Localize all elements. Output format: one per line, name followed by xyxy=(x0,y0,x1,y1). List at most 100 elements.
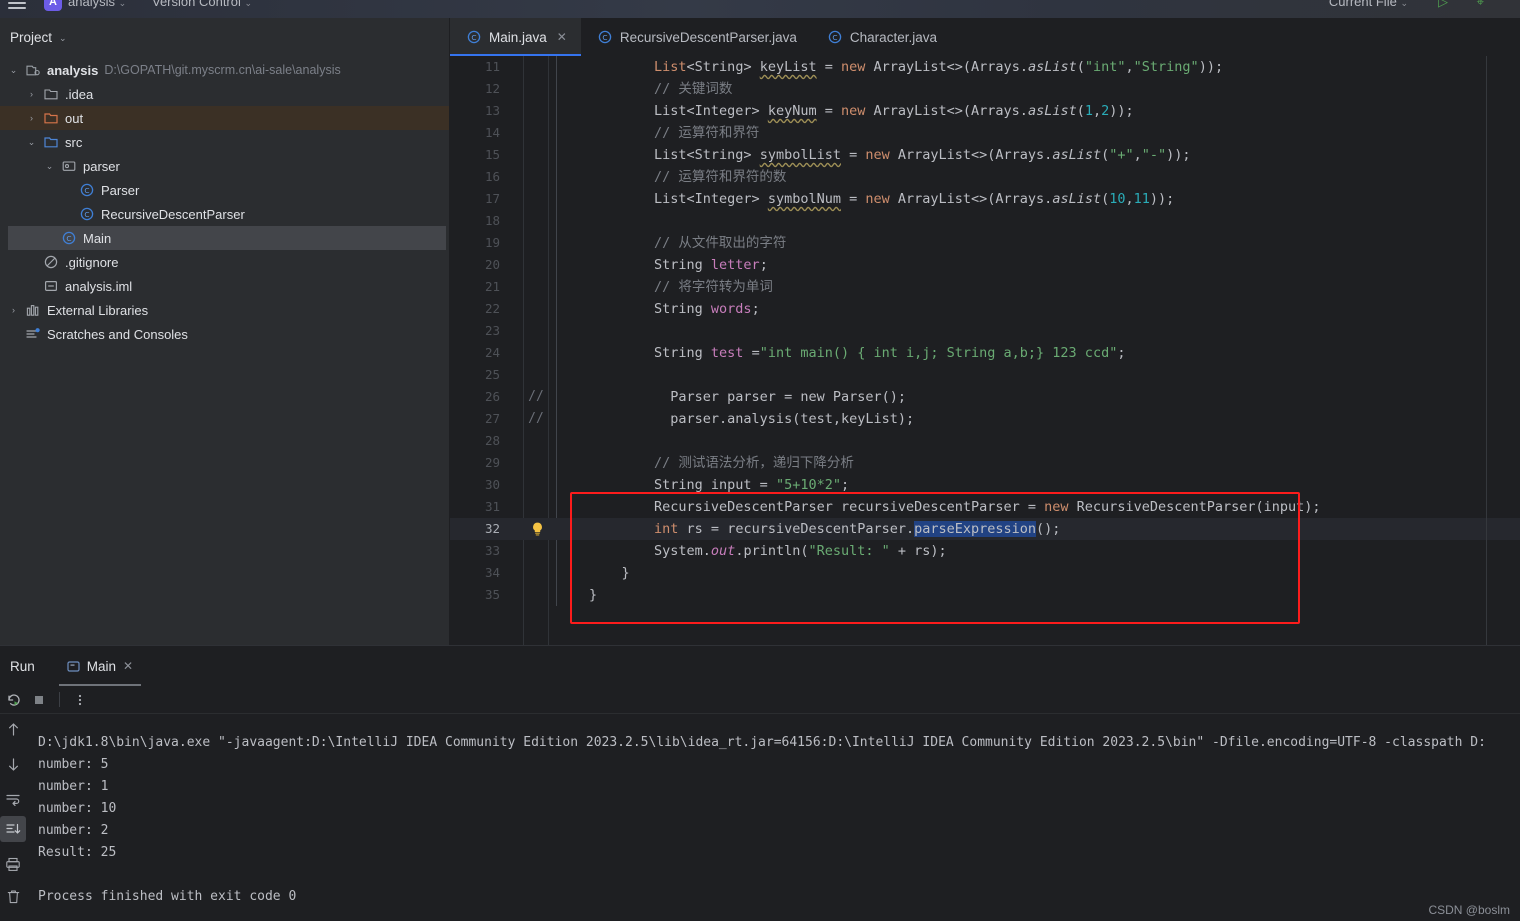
code-line-17[interactable]: 17 List<Integer> symbolNum = new ArrayLi… xyxy=(450,188,1520,210)
code-line-30[interactable]: 30 String input = "5+10*2"; xyxy=(450,474,1520,496)
code-line-25[interactable]: 25 xyxy=(450,364,1520,386)
tree-item-parser[interactable]: ›CParser xyxy=(0,178,449,202)
code-editor[interactable]: 11 List<String> keyList = new ArrayList<… xyxy=(450,56,1520,645)
line-number: 22 xyxy=(484,301,500,316)
code-text: List<String> symbolList = new ArrayList<… xyxy=(589,147,1191,163)
code-line-11[interactable]: 11 List<String> keyList = new ArrayList<… xyxy=(450,56,1520,78)
topbar-project-name[interactable]: analysis ⌄ xyxy=(68,0,126,9)
svg-text:C: C xyxy=(84,186,89,195)
chevron-down-icon: ⌄ xyxy=(59,32,67,43)
gitignore-icon xyxy=(43,254,59,270)
chevron-down-icon: ⌄ xyxy=(118,0,127,8)
tree-item-src[interactable]: ⌄ src xyxy=(0,130,449,154)
code-line-18[interactable]: 18 xyxy=(450,210,1520,232)
close-icon[interactable]: ✕ xyxy=(123,659,133,673)
intention-bulb-icon[interactable] xyxy=(530,521,545,537)
chevron-right-icon[interactable]: › xyxy=(26,113,37,123)
project-panel-title: Project xyxy=(10,29,53,45)
console-line-2: number: 1 xyxy=(38,779,109,794)
console-line-7: Process finished with exit code 0 xyxy=(38,889,297,904)
code-text: String test ="int main() { int i,j; Stri… xyxy=(589,345,1126,361)
tree-item-label: Parser xyxy=(101,182,140,198)
code-line-34[interactable]: 34 } xyxy=(450,562,1520,584)
code-text: // 运算符和界符的数 xyxy=(654,169,787,185)
chevron-right-icon[interactable]: › xyxy=(26,89,37,99)
topbar-project-label: analysis xyxy=(68,0,115,9)
editor-tab-recursivedescentparser[interactable]: C RecursiveDescentParser.java xyxy=(581,18,811,56)
line-number: 33 xyxy=(484,543,500,558)
console-line-5: Result: 25 xyxy=(38,845,117,860)
tree-item-out[interactable]: › out xyxy=(0,106,449,130)
line-number: 20 xyxy=(484,257,500,272)
code-line-21[interactable]: 21 // 将字符转为单词 xyxy=(450,276,1520,298)
line-number: 25 xyxy=(484,367,500,382)
scroll-to-end-icon[interactable] xyxy=(0,816,26,842)
console-line-4: number: 2 xyxy=(38,823,109,838)
line-number: 23 xyxy=(484,323,500,338)
soft-wrap-icon[interactable] xyxy=(0,786,26,812)
tree-item-idea[interactable]: › .idea xyxy=(0,82,449,106)
code-line-35[interactable]: 35} xyxy=(450,584,1520,606)
tree-item-label: Scratches and Consoles xyxy=(47,326,188,342)
code-line-14[interactable]: 14 // 运算符和界符 xyxy=(450,122,1520,144)
code-line-23[interactable]: 23 xyxy=(450,320,1520,342)
code-line-16[interactable]: 16 // 运算符和界符的数 xyxy=(450,166,1520,188)
editor-tab-character[interactable]: C Character.java xyxy=(811,18,951,56)
topbar-vc-label: Version Control xyxy=(152,0,241,9)
project-panel-header[interactable]: Project ⌄ xyxy=(0,18,449,56)
run-toolbar xyxy=(0,686,1520,714)
code-line-24[interactable]: 24 String test ="int main() { int i,j; S… xyxy=(450,342,1520,364)
project-tool-window: Project ⌄ ⌄ analysis D:\GOPATH\git.myscrm.… xyxy=(0,18,450,645)
tree-item-analysis-iml[interactable]: ›analysis.iml xyxy=(0,274,449,298)
run-icon[interactable]: ▷ xyxy=(1438,0,1448,10)
tree-item-gitignore[interactable]: ›.gitignore xyxy=(0,250,449,274)
hamburger-icon[interactable] xyxy=(8,0,26,11)
code-text: } xyxy=(589,565,630,581)
code-line-26[interactable]: 26 // Parser parser = new Parser(); xyxy=(450,386,1520,408)
code-line-33[interactable]: 33 System.out.println("Result: " + rs); xyxy=(450,540,1520,562)
code-line-32[interactable]: 32 int rs = recursiveDescentParser.parse… xyxy=(450,518,1520,540)
chevron-down-icon[interactable]: ⌄ xyxy=(44,161,55,172)
console-output[interactable]: D:\jdk1.8\bin\java.exe "-javaagent:D:\In… xyxy=(26,724,1520,921)
chevron-right-icon[interactable]: › xyxy=(8,305,19,315)
line-number: 24 xyxy=(484,345,500,360)
tree-item-label: analysis xyxy=(47,62,99,78)
code-line-15[interactable]: 15 List<String> symbolList = new ArrayLi… xyxy=(450,144,1520,166)
scroll-up-icon[interactable] xyxy=(0,716,26,742)
run-tab-bar: Run Main ✕ xyxy=(0,646,1520,686)
code-line-19[interactable]: 19 // 从文件取出的字符 xyxy=(450,232,1520,254)
debug-icon[interactable]: ⌖ xyxy=(1477,0,1484,10)
tree-item-recursivedescentparser[interactable]: ›CRecursiveDescentParser xyxy=(0,202,449,226)
line-number: 12 xyxy=(484,81,500,96)
close-icon[interactable]: ✕ xyxy=(557,30,567,44)
code-text: // 运算符和界符 xyxy=(654,125,760,141)
print-icon[interactable] xyxy=(0,851,26,877)
code-line-27[interactable]: 27 // parser.analysis(test,keyList); xyxy=(450,408,1520,430)
chevron-down-icon[interactable]: ⌄ xyxy=(8,65,19,76)
code-line-13[interactable]: 13 List<Integer> keyNum = new ArrayList<… xyxy=(450,100,1520,122)
code-line-12[interactable]: 12 // 关键词数 xyxy=(450,78,1520,100)
tree-item-main[interactable]: ›CMain xyxy=(8,226,446,250)
scroll-down-icon[interactable] xyxy=(0,751,26,777)
code-line-20[interactable]: 20 String letter; xyxy=(450,254,1520,276)
tree-item-label: RecursiveDescentParser xyxy=(101,206,245,222)
code-line-22[interactable]: 22 String words; xyxy=(450,298,1520,320)
code-line-31[interactable]: 31 RecursiveDescentParser recursiveDesce… xyxy=(450,496,1520,518)
more-options-icon[interactable] xyxy=(73,693,87,707)
tree-item-label: Main xyxy=(83,230,112,246)
code-line-29[interactable]: 29 // 测试语法分析，递归下降分析 xyxy=(450,452,1520,474)
clear-all-icon[interactable] xyxy=(0,884,26,910)
tree-item-scratches-and-consoles[interactable]: ›Scratches and Consoles xyxy=(0,322,449,346)
run-configuration-selector[interactable]: Current File ⌄ xyxy=(1329,0,1408,9)
editor-tab-main[interactable]: C Main.java ✕ xyxy=(450,18,581,56)
run-tab-main[interactable]: Main ✕ xyxy=(57,646,143,686)
tree-item-parser[interactable]: ⌄ parser xyxy=(0,154,449,178)
topbar-version-control[interactable]: Version Control ⌄ xyxy=(152,0,252,9)
chevron-down-icon[interactable]: ⌄ xyxy=(26,137,37,148)
console-line-6 xyxy=(38,864,1520,886)
tree-item-analysis[interactable]: ⌄ analysis D:\GOPATH\git.myscrm.cn\ai-sale… xyxy=(0,58,449,82)
folder-orange-icon xyxy=(43,110,59,126)
tree-item-external-libraries[interactable]: › External Libraries xyxy=(0,298,449,322)
code-line-28[interactable]: 28 xyxy=(450,430,1520,452)
stop-icon[interactable] xyxy=(32,693,46,707)
